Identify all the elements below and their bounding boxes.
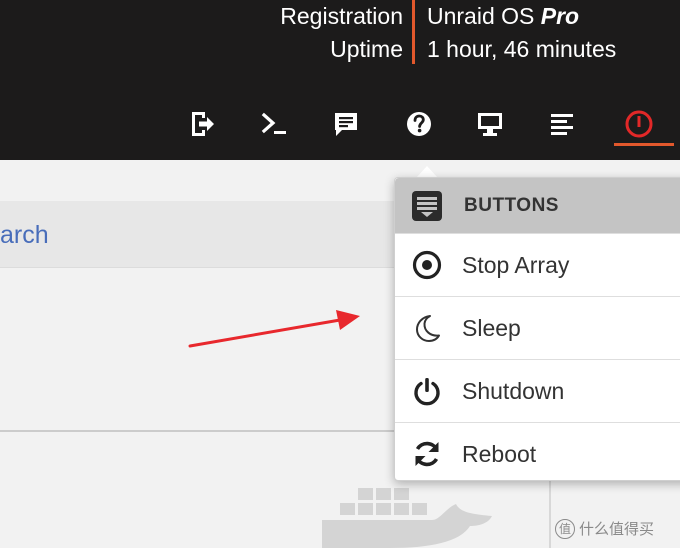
buttons-panel-icon xyxy=(412,190,442,221)
docker-whale-icon xyxy=(322,488,492,548)
moon-icon xyxy=(416,315,440,342)
power-icon[interactable] xyxy=(619,104,659,144)
shutdown-button[interactable]: Shutdown xyxy=(395,359,680,422)
stop-array-button[interactable]: Stop Array xyxy=(395,233,680,296)
content-divider-vertical xyxy=(549,480,551,548)
header-toolbar xyxy=(0,104,680,148)
buttons-dropdown: BUTTONS Stop Array Sleep Shutdown Reboot xyxy=(394,177,680,481)
help-icon-svg xyxy=(407,112,431,136)
feedback-icon[interactable] xyxy=(326,104,366,144)
annotation-arrow-shaft xyxy=(188,318,342,348)
terminal-icon-svg xyxy=(261,112,286,134)
info-divider xyxy=(412,0,415,64)
logout-icon[interactable] xyxy=(182,104,222,144)
uptime-label: Uptime xyxy=(330,36,403,62)
annotation-arrow-head xyxy=(336,310,360,330)
monitor-icon-svg xyxy=(478,113,502,136)
uptime-value: 1 hour, 46 minutes xyxy=(427,36,617,62)
stop-array-label: Stop Array xyxy=(462,251,570,278)
power-active-indicator xyxy=(614,143,674,146)
power-icon-svg xyxy=(625,110,653,138)
watermark: 值 什么值得买 xyxy=(555,518,654,539)
stop-array-icon xyxy=(412,250,442,280)
content-divider xyxy=(0,430,400,432)
registration-value-tier: Pro xyxy=(540,3,580,29)
reboot-button[interactable]: Reboot xyxy=(395,422,680,485)
info-labels: Registration Uptime xyxy=(280,0,403,66)
registration-value-prefix: Unraid OS xyxy=(427,3,541,29)
search-link[interactable]: arch xyxy=(0,221,49,250)
log-icon-svg xyxy=(551,114,573,135)
reboot-label: Reboot xyxy=(462,440,537,467)
dropdown-header: BUTTONS xyxy=(395,178,680,233)
sleep-button[interactable]: Sleep xyxy=(395,296,680,359)
info-values: Unraid OS Pro 1 hour, 46 minutes xyxy=(427,0,616,66)
log-icon[interactable] xyxy=(542,104,582,144)
shutdown-label: Shutdown xyxy=(462,377,565,404)
top-header: Registration Uptime Unraid OS Pro 1 hour… xyxy=(0,0,680,160)
help-icon[interactable] xyxy=(399,104,439,144)
terminal-icon[interactable] xyxy=(254,104,294,144)
monitor-icon[interactable] xyxy=(470,104,510,144)
registration-label: Registration xyxy=(280,3,403,29)
reboot-icon xyxy=(415,441,439,467)
watermark-mark: 值 xyxy=(555,518,575,539)
logout-icon-svg xyxy=(192,112,214,136)
feedback-icon-svg xyxy=(335,113,357,136)
shutdown-icon xyxy=(414,378,440,406)
watermark-text: 什么值得买 xyxy=(579,521,655,538)
registration-value[interactable]: Unraid OS Pro xyxy=(427,0,616,33)
sleep-label: Sleep xyxy=(462,314,521,341)
dropdown-header-label: BUTTONS xyxy=(464,194,559,216)
